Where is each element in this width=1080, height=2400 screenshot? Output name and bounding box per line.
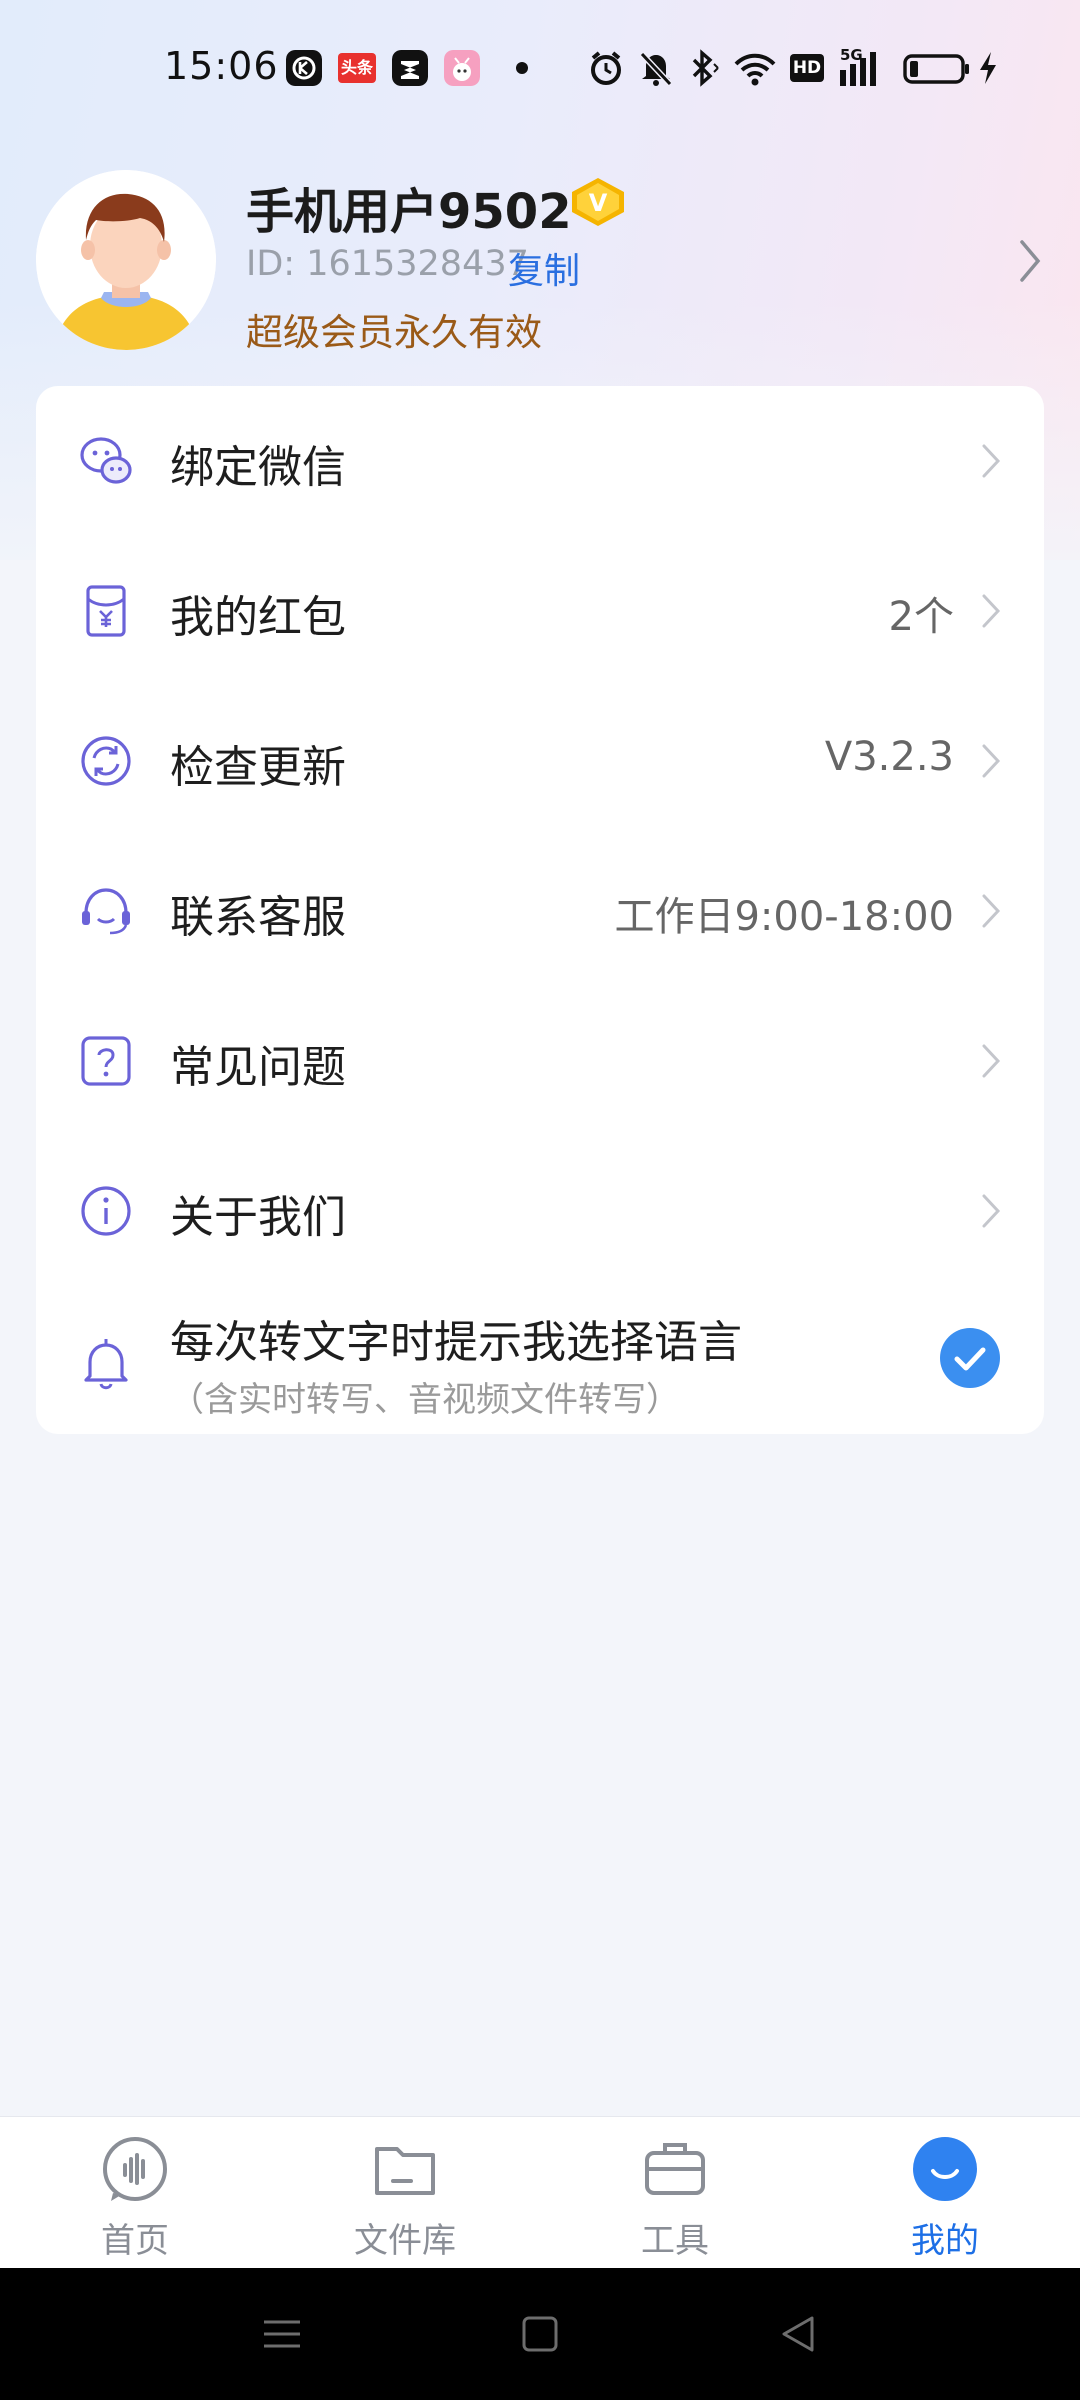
bottom-tab-bar: 首页 文件库 工具 我的 <box>0 2116 1080 2269</box>
refresh-icon <box>81 736 131 786</box>
back-triangle-icon[interactable] <box>776 2312 820 2356</box>
menu-item-bind-wechat[interactable]: 绑定微信 <box>36 386 1044 536</box>
chevron-right-icon <box>982 1044 1001 1078</box>
chevron-right-icon <box>982 444 1001 478</box>
menu-item-about-us[interactable]: 关于我们 <box>36 1136 1044 1286</box>
question-icon <box>81 1036 131 1086</box>
headset-icon <box>82 888 130 935</box>
tab-label: 我的 <box>911 2221 979 2261</box>
chevron-right-icon <box>982 594 1001 628</box>
menu-item-label: 绑定微信 <box>170 442 346 493</box>
notification-dot-icon <box>516 62 528 74</box>
tab-label: 首页 <box>101 2221 169 2261</box>
chevron-right-icon <box>982 1194 1001 1228</box>
charging-icon <box>980 52 996 84</box>
bilibili-app-icon <box>444 50 480 86</box>
voice-icon <box>103 2137 167 2201</box>
menu-item-value: 工作日9:00-18:00 <box>614 894 954 940</box>
wechat-icon <box>80 437 132 484</box>
settings-card: 绑定微信 我的红包 2个 检查更新 V3.2.3 联系客服 工作日9:00-18… <box>36 386 1044 1434</box>
vip-badge-letter: V <box>589 189 608 217</box>
tab-tools[interactable]: 工具 <box>575 2117 775 2269</box>
wifi-icon <box>734 53 776 86</box>
avatar[interactable] <box>36 170 216 350</box>
vip-badge-icon: V <box>572 178 624 226</box>
language-prompt-checkbox[interactable] <box>940 1328 1000 1388</box>
user-id: ID: 1615328437 <box>246 244 529 284</box>
chevron-right-icon <box>982 744 1001 778</box>
capcut-app-icon <box>392 50 428 86</box>
menu-item-label: 关于我们 <box>170 1192 346 1243</box>
toolbox-icon <box>645 2143 705 2195</box>
alarm-icon <box>591 51 621 85</box>
toutiao-app-icon: 头条 <box>338 53 376 83</box>
home-square-icon[interactable] <box>518 2312 562 2356</box>
tab-mine[interactable]: 我的 <box>845 2117 1045 2269</box>
tab-label: 文件库 <box>354 2221 456 2261</box>
battery-icon <box>903 54 969 84</box>
info-icon <box>81 1186 131 1236</box>
red-envelope-icon <box>86 585 126 637</box>
copy-id-button[interactable]: 复制 <box>508 242 580 294</box>
menu-item-value: 2个 <box>888 594 954 640</box>
hd-icon: HD <box>790 54 824 82</box>
vip-status-text: 超级会员永久有效 <box>246 311 542 354</box>
language-prompt-sublabel: （含实时转写、音视频文件转写） <box>170 1380 680 1420</box>
mute-icon <box>639 51 673 87</box>
menu-item-faq[interactable]: 常见问题 <box>36 986 1044 1136</box>
menu-item-check-update[interactable]: 检查更新 V3.2.3 <box>36 686 1044 836</box>
tab-home[interactable]: 首页 <box>35 2117 235 2269</box>
profile-smile-icon <box>913 2137 977 2201</box>
system-navigation-bar <box>0 2268 1080 2400</box>
tab-file-library[interactable]: 文件库 <box>305 2117 505 2269</box>
menu-item-label: 常见问题 <box>170 1042 346 1093</box>
bell-icon <box>84 1339 128 1390</box>
menu-item-label: 检查更新 <box>170 742 346 793</box>
menu-item-customer-service[interactable]: 联系客服 工作日9:00-18:00 <box>36 836 1044 986</box>
kwai-app-icon <box>286 50 322 86</box>
status-time: 15:06 <box>164 44 279 88</box>
status-bar: 15:06 头条 HD 5G <box>0 0 1080 136</box>
menu-item-label: 联系客服 <box>170 892 346 943</box>
bluetooth-icon <box>692 49 719 87</box>
menu-item-label: 我的红包 <box>170 592 346 643</box>
profile-chevron-icon[interactable] <box>1016 236 1044 286</box>
folder-icon <box>375 2147 435 2195</box>
chevron-right-icon <box>982 894 1001 928</box>
menu-icon[interactable] <box>260 2312 304 2356</box>
menu-item-value: V3.2.3 <box>824 734 954 780</box>
signal-5g-icon <box>840 52 876 86</box>
avatar-illustration <box>36 170 216 350</box>
username: 手机用户9502 <box>246 184 572 240</box>
menu-item-red-envelope[interactable]: 我的红包 2个 <box>36 536 1044 686</box>
language-prompt-label: 每次转文字时提示我选择语言 <box>170 1317 742 1368</box>
tab-label: 工具 <box>641 2221 709 2261</box>
